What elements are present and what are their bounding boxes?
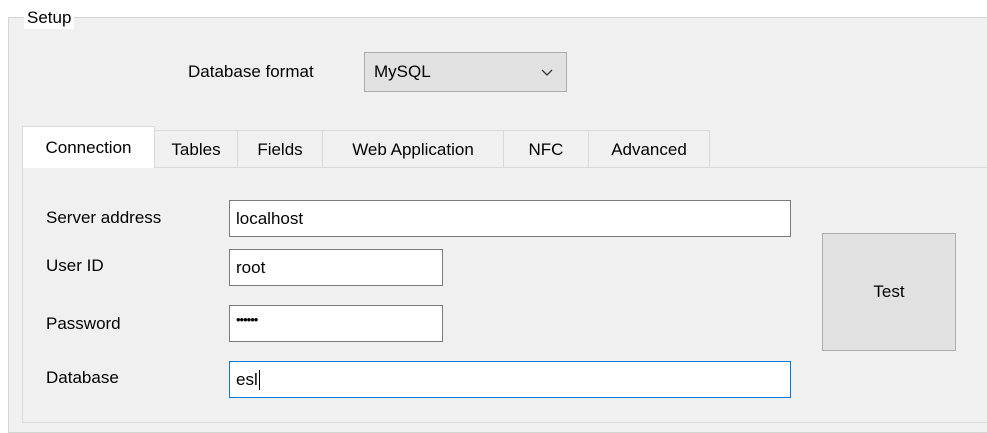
tab-advanced[interactable]: Advanced: [588, 130, 710, 168]
database-format-dropdown[interactable]: MySQL: [364, 52, 567, 92]
settings-tabstrip: Connection Tables Fields Web Application…: [22, 126, 710, 168]
tab-label: NFC: [528, 139, 564, 159]
password-input[interactable]: ••••••: [229, 305, 443, 342]
user-id-value: root: [236, 257, 266, 277]
tab-web-application[interactable]: Web Application: [322, 130, 504, 168]
database-value: esl: [236, 369, 258, 389]
tab-connection[interactable]: Connection: [22, 126, 155, 168]
tab-label: Connection: [45, 137, 132, 157]
user-id-label: User ID: [46, 256, 104, 275]
test-connection-button[interactable]: Test: [822, 233, 956, 351]
server-address-label: Server address: [46, 208, 162, 227]
password-label: Password: [46, 314, 121, 333]
tab-fields[interactable]: Fields: [237, 130, 323, 168]
password-masked-value: ••••••: [236, 311, 258, 327]
database-label: Database: [46, 368, 119, 387]
setup-groupbox-title: Setup: [24, 7, 75, 29]
text-caret: [258, 369, 260, 390]
database-format-label: Database format: [188, 62, 314, 81]
database-format-selected-value: MySQL: [374, 62, 431, 81]
user-id-input[interactable]: root: [229, 249, 443, 286]
tab-label: Advanced: [611, 139, 687, 159]
database-input[interactable]: esl: [229, 361, 791, 398]
test-button-label: Test: [873, 282, 905, 301]
tab-nfc[interactable]: NFC: [503, 130, 589, 168]
tab-tables[interactable]: Tables: [154, 130, 238, 168]
server-address-input[interactable]: localhost: [229, 200, 791, 237]
tab-label: Web Application: [352, 139, 474, 159]
tab-label: Fields: [257, 139, 303, 159]
tab-label: Tables: [171, 139, 221, 159]
chevron-down-icon: [541, 69, 553, 76]
server-address-value: localhost: [236, 208, 304, 228]
